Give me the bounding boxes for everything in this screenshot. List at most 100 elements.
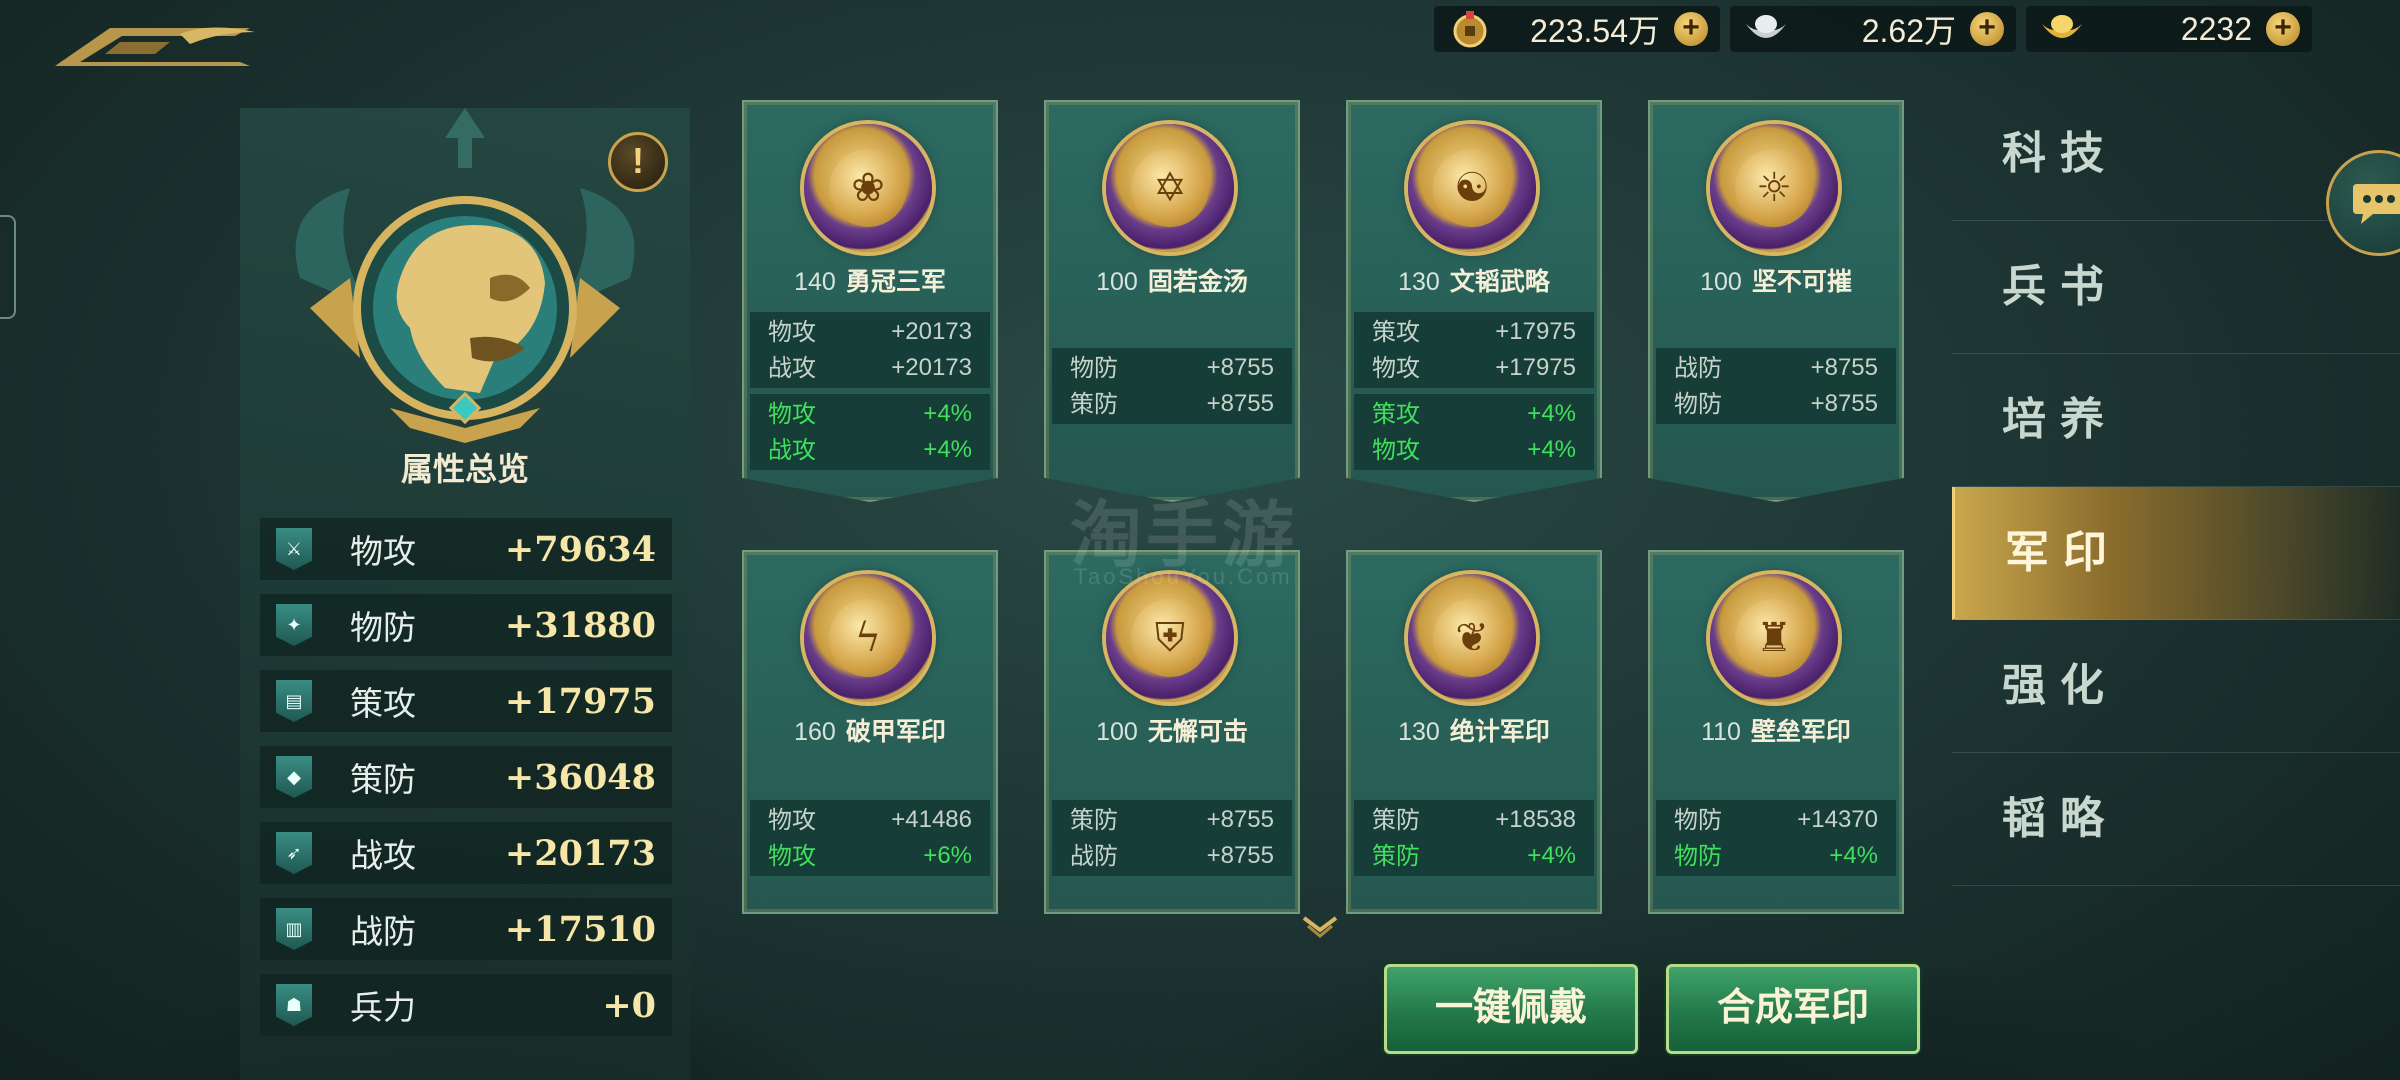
stat-name: 策防: [350, 760, 416, 799]
seal-card[interactable]: ☼ 100 坚不可摧 战防 +8755 物防 +8755: [1648, 100, 1904, 502]
add-gold-button[interactable]: +: [2266, 12, 2300, 46]
attr-value: +4%: [923, 436, 972, 463]
attr-name: 策攻: [1372, 318, 1420, 346]
currency-bar: 223.54万 + 2.62万 + 2232 +: [1434, 6, 2312, 52]
attr-name: 物防: [1674, 390, 1722, 418]
seal-name: 固若金汤: [1147, 267, 1248, 296]
seal-card[interactable]: ☯ 130 文韬武略 策攻 +17975 物攻 +17975 策攻 +4% 物攻 +4%: [1346, 100, 1602, 502]
currency-silver: 2.62万 +: [1730, 6, 2016, 52]
side-drawer-handle[interactable]: [0, 215, 16, 319]
seal-level: 110: [1701, 718, 1741, 746]
attr-value: +8755: [1206, 842, 1274, 869]
seal-name: 坚不可摧: [1751, 267, 1852, 296]
stat-name: 物防: [350, 608, 416, 647]
seal-card[interactable]: ❦ 130 绝计军印 策防 +18538 策防 +4%: [1346, 550, 1602, 914]
seal-card[interactable]: ϟ 160 破甲军印 物攻 +41486 物攻 +6%: [742, 550, 998, 914]
add-copper-button[interactable]: +: [1674, 12, 1708, 46]
attr-value: +8755: [1206, 390, 1274, 417]
info-button[interactable]: !: [608, 132, 668, 192]
attr-name: 物攻: [768, 806, 816, 834]
seal-attributes: 物防 +8755 策防 +8755: [1052, 348, 1292, 430]
attr-name: 物攻: [768, 842, 816, 870]
attribute-overview-panel: ! 属性总览 ⚔ 物攻 +79634 ✦ 物防 +31880 ▤ 策攻 +17975 ◆ 策防…: [240, 108, 690, 1080]
attr-value: +41486: [891, 806, 972, 833]
stat-value: +17975: [504, 680, 656, 722]
attr-row: 策防 +18538: [1354, 802, 1594, 838]
attr-row: 物防 +8755: [1656, 386, 1896, 422]
attr-name: 物防: [1674, 842, 1722, 870]
menu-item-military-book[interactable]: 兵书: [1952, 221, 2400, 354]
attr-name: 策防: [1070, 806, 1118, 834]
seal-level: 160: [794, 718, 836, 746]
seal-attributes: 策攻 +17975 物攻 +17975 策攻 +4% 物攻 +4%: [1354, 312, 1594, 476]
seal-title: 100 无懈可击: [1046, 712, 1298, 748]
copper-coin-icon: [1448, 7, 1492, 51]
stat-row: ✦ 物防 +31880: [260, 594, 672, 656]
bonus-row: 物攻 +6%: [750, 838, 990, 874]
attr-name: 策防: [1070, 390, 1118, 418]
stat-name: 策攻: [350, 684, 416, 723]
back-arrow-icon[interactable]: [50, 22, 260, 72]
attr-value: +6%: [923, 842, 972, 869]
menu-item-enhance[interactable]: 强化: [1952, 620, 2400, 753]
menu-item-strategy[interactable]: 韬略: [1952, 753, 2400, 886]
attr-row: 物攻 +20173: [750, 314, 990, 350]
seal-card[interactable]: ✡ 100 固若金汤 物防 +8755 策防 +8755: [1044, 100, 1300, 502]
attr-name: 物攻: [768, 318, 816, 346]
attr-row: 战防 +8755: [1656, 350, 1896, 386]
attr-name: 物攻: [768, 400, 816, 428]
stat-name: 兵力: [350, 988, 416, 1027]
war-attack-icon: ➶: [276, 832, 312, 874]
attr-row: 物防 +8755: [1052, 350, 1292, 386]
attr-value: +4%: [1829, 842, 1878, 869]
seal-attributes: 物攻 +41486 物攻 +6%: [750, 800, 990, 882]
attr-name: 物攻: [1372, 354, 1420, 382]
seal-title: 160 破甲军印: [744, 712, 996, 748]
seal-title: 130 文韬武略: [1348, 262, 1600, 298]
stat-row: ▤ 策攻 +17975: [260, 670, 672, 732]
seal-card[interactable]: ❀ 140 勇冠三军 物攻 +20173 战攻 +20173 物攻 +4% 战攻 +4%: [742, 100, 998, 502]
menu-item-military-seal[interactable]: 军印: [1952, 487, 2400, 620]
seal-bonus-attrs: 策攻 +4% 物攻 +4%: [1354, 394, 1594, 470]
stat-value: +17510: [504, 908, 656, 950]
bonus-row: 策防 +4%: [1354, 838, 1594, 874]
attr-value: +20173: [891, 318, 972, 345]
attr-value: +8755: [1810, 390, 1878, 417]
add-silver-button[interactable]: +: [1970, 12, 2004, 46]
attr-name: 战防: [1674, 354, 1722, 382]
attr-value: +18538: [1495, 806, 1576, 833]
seal-level: 130: [1398, 268, 1440, 296]
scroll-seal-icon: ❦: [1408, 574, 1536, 702]
seal-level: 100: [1096, 718, 1138, 746]
menu-item-cultivate[interactable]: 培养: [1952, 354, 2400, 487]
seal-name: 破甲军印: [845, 717, 946, 746]
seal-name: 无懈可击: [1147, 717, 1248, 746]
seal-card[interactable]: ♜ 110 壁垒军印 物防 +14370 物防 +4%: [1648, 550, 1904, 914]
seal-level: 100: [1700, 268, 1742, 296]
stat-row: ▥ 战防 +17510: [260, 898, 672, 960]
equip-all-button[interactable]: 一键佩戴: [1384, 964, 1638, 1054]
bonus-row: 物攻 +4%: [1354, 432, 1594, 468]
shield-seal-icon: ⛨: [1106, 574, 1234, 702]
attr-row: 战攻 +20173: [750, 350, 990, 386]
attr-row: 策防 +8755: [1052, 386, 1292, 422]
seal-card[interactable]: ⛨ 100 无懈可击 策防 +8755 战防 +8755: [1044, 550, 1300, 914]
combine-seal-button[interactable]: 合成军印: [1666, 964, 1920, 1054]
stat-value: +31880: [504, 604, 656, 646]
attr-value: +4%: [1527, 842, 1576, 869]
stat-row: ◆ 策防 +36048: [260, 746, 672, 808]
scroll-down-icon[interactable]: [1302, 914, 1338, 938]
seal-attributes: 物攻 +20173 战攻 +20173 物攻 +4% 战攻 +4%: [750, 312, 990, 476]
attr-row: 物防 +14370: [1656, 802, 1896, 838]
gold-ingot-icon: [2040, 7, 2084, 51]
attr-name: 物攻: [1372, 436, 1420, 464]
seal-level: 100: [1096, 268, 1138, 296]
attr-value: +17975: [1495, 354, 1576, 381]
seal-title: 130 绝计军印: [1348, 712, 1600, 748]
seal-level: 130: [1398, 718, 1440, 746]
attr-name: 策防: [1372, 806, 1420, 834]
seal-attributes: 物防 +14370 物防 +4%: [1656, 800, 1896, 882]
bonus-row: 策攻 +4%: [1354, 396, 1594, 432]
seal-base-attrs: 物防 +14370 物防 +4%: [1656, 800, 1896, 876]
seal-base-attrs: 战防 +8755 物防 +8755: [1656, 348, 1896, 424]
